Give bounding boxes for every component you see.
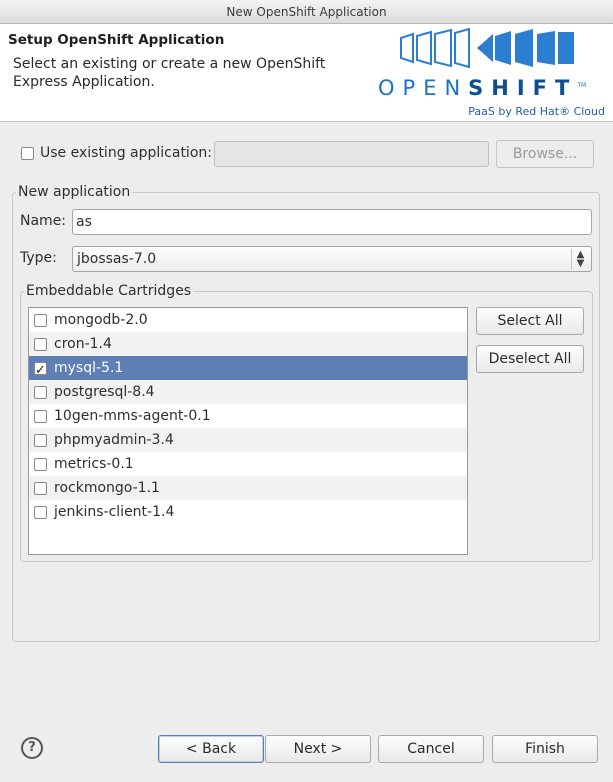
checkbox-icon[interactable] xyxy=(34,433,47,447)
checkbox-icon[interactable] xyxy=(34,481,47,495)
openshift-logo-text: OPENSHIFTTM xyxy=(378,76,587,100)
checkbox-icon[interactable] xyxy=(34,505,47,519)
window-titlebar: New OpenShift Application xyxy=(0,0,613,24)
checkbox-icon[interactable] xyxy=(34,337,47,351)
list-item[interactable]: mongodb-2.0 xyxy=(29,308,467,332)
type-select[interactable]: jbossas-7.0 ▲ ▼ xyxy=(72,246,592,272)
use-existing-checkbox[interactable]: Use existing application: xyxy=(21,145,212,161)
cartridge-label: metrics-0.1 xyxy=(54,456,134,472)
page-title: Setup OpenShift Application xyxy=(8,32,225,48)
logo-tagline: PaaS by Red Hat® Cloud xyxy=(468,105,605,118)
checkbox-icon[interactable] xyxy=(34,457,47,471)
list-item[interactable]: 10gen-mms-agent-0.1 xyxy=(29,404,467,428)
back-button[interactable]: < Back xyxy=(158,735,264,763)
finish-button[interactable]: Finish xyxy=(492,735,598,763)
cartridge-label: rockmongo-1.1 xyxy=(54,480,160,496)
checkbox-icon[interactable] xyxy=(34,409,47,423)
existing-application-input[interactable] xyxy=(214,141,489,167)
cartridge-label: phpmyadmin-3.4 xyxy=(54,432,174,448)
cartridge-list[interactable]: mongodb-2.0 cron-1.4 mysql-5.1 postgresql-8… xyxy=(28,307,468,555)
checkbox-icon[interactable] xyxy=(34,385,47,399)
checkbox-icon[interactable] xyxy=(21,146,34,160)
select-all-button[interactable]: Select All xyxy=(476,307,584,335)
list-item[interactable]: jenkins-client-1.4 xyxy=(29,500,467,524)
cartridge-label: 10gen-mms-agent-0.1 xyxy=(54,408,211,424)
page-description: Select an existing or create a new OpenS… xyxy=(13,56,326,90)
help-icon[interactable]: ? xyxy=(21,737,43,759)
name-input[interactable]: as xyxy=(72,209,592,235)
cartridge-label: mongodb-2.0 xyxy=(54,312,148,328)
cartridge-label: jenkins-client-1.4 xyxy=(54,504,175,520)
cartridge-label: postgresql-8.4 xyxy=(54,384,155,400)
wizard-banner: Setup OpenShift Application Select an ex… xyxy=(0,24,613,122)
cancel-button[interactable]: Cancel xyxy=(378,735,484,763)
list-item[interactable]: phpmyadmin-3.4 xyxy=(29,428,467,452)
use-existing-label: Use existing application: xyxy=(40,145,212,161)
openshift-logo-icon xyxy=(400,28,574,69)
type-select-value: jbossas-7.0 xyxy=(77,251,157,267)
list-item[interactable]: rockmongo-1.1 xyxy=(29,476,467,500)
checkbox-icon[interactable] xyxy=(34,359,47,383)
list-item[interactable]: postgresql-8.4 xyxy=(29,380,467,404)
name-label: Name: xyxy=(20,213,67,229)
checkbox-icon[interactable] xyxy=(34,313,47,327)
new-application-group-label: New application xyxy=(16,184,133,200)
next-button[interactable]: Next > xyxy=(265,735,371,763)
browse-button[interactable]: Browse... xyxy=(496,140,594,168)
cartridge-label: cron-1.4 xyxy=(54,336,112,352)
embeddable-cartridges-group-label: Embeddable Cartridges xyxy=(24,283,194,299)
wizard-content: Use existing application: Browse... New … xyxy=(2,125,611,770)
deselect-all-button[interactable]: Deselect All xyxy=(476,345,584,373)
cartridge-label: mysql-5.1 xyxy=(54,360,124,376)
window-title: New OpenShift Application xyxy=(226,5,387,19)
list-item[interactable]: metrics-0.1 xyxy=(29,452,467,476)
list-item[interactable]: cron-1.4 xyxy=(29,332,467,356)
type-label: Type: xyxy=(20,250,57,266)
list-item[interactable]: mysql-5.1 xyxy=(29,356,467,383)
chevron-updown-icon: ▲ ▼ xyxy=(571,249,589,269)
